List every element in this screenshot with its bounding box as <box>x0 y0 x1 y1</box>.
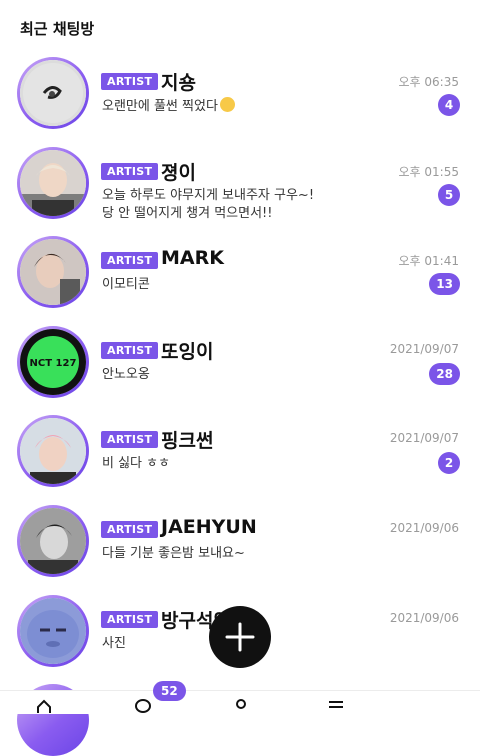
chat-time: 오후 01:55 <box>398 164 459 179</box>
chat-time: 2021/09/07 <box>389 431 459 446</box>
artist-badge: ARTIST <box>101 162 159 180</box>
avatar-ring <box>17 57 89 129</box>
avatar <box>20 507 86 574</box>
avatar <box>20 597 86 664</box>
artist-badge: ARTIST <box>101 520 159 538</box>
bottom-nav: 52 <box>0 681 480 714</box>
chat-preview: 오랜만에 풀썬 찍었다 <box>102 97 402 116</box>
avatar-ring: NCT 127 <box>17 325 89 398</box>
avatar <box>20 60 86 126</box>
avatar-ring <box>17 415 89 488</box>
chat-preview: 이모티콘 <box>102 276 402 294</box>
preview-line: 오늘 하루도 야무지게 보내주자 구우~! <box>102 187 315 203</box>
preview-line: 다들 기분 좋은밤 보내요~ <box>102 545 245 561</box>
artist-badge: ARTIST <box>101 73 159 90</box>
preview-line: 오랜만에 풀썬 찍었다 <box>102 99 218 114</box>
chat-time: 2021/09/07 <box>389 341 459 356</box>
avatar <box>20 149 86 216</box>
chat-name: 졍이 <box>161 161 196 184</box>
preview-line: 당 안 떨어지게 챙겨 먹으면서!! <box>102 205 273 221</box>
chat-name: 핑크썬 <box>161 430 214 453</box>
menu-icon[interactable] <box>328 699 344 713</box>
chat-time: 오후 01:41 <box>398 254 459 269</box>
chat-preview: 다들 기분 좋은밤 보내요~ <box>102 545 402 563</box>
chat-preview: 안노오옹 <box>102 366 402 384</box>
artist-badge: ARTIST <box>101 252 159 270</box>
chat-preview: 비 싫다 ㅎㅎ <box>102 455 402 473</box>
avatar-ring <box>17 146 89 219</box>
chat-name: MARK <box>161 247 224 270</box>
add-chat-button[interactable] <box>209 606 271 668</box>
unread-count: 13 <box>429 273 460 296</box>
preview-line: 안노오옹 <box>102 366 150 382</box>
chat-preview: 오늘 하루도 야무지게 보내주자 구우~! 당 안 떨어지게 챙겨 먹으면서!! <box>102 187 402 223</box>
chat-item-jeongi[interactable]: ARTIST 졍이 오늘 하루도 야무지게 보내주자 구우~! 당 안 떨어지게… <box>0 144 480 234</box>
chat-name: 지숑 <box>161 72 196 94</box>
chat-item-mark[interactable]: ARTIST MARK 이모티콘 오후 01:41 13 <box>0 233 480 323</box>
chat-list: ARTIST 지숑 오랜만에 풀썬 찍었다 오후 06:35 4 ARTIST … <box>0 54 480 681</box>
chat-item-jisung[interactable]: ARTIST 지숑 오랜만에 풀썬 찍었다 오후 06:35 4 <box>0 54 480 144</box>
profile-icon[interactable] <box>233 699 249 713</box>
preview-line: 이모티콘 <box>102 277 150 293</box>
avatar <box>20 239 86 306</box>
artist-badge: ARTIST <box>101 610 159 628</box>
chat-time: 오후 06:35 <box>398 75 459 89</box>
plus-icon <box>225 622 255 652</box>
chat-item-jaehyun[interactable]: ARTIST JAEHYUN 다들 기분 좋은밤 보내요~ 2021/09/06 <box>0 502 480 592</box>
unread-count: 5 <box>438 183 460 206</box>
avatar-ring <box>17 594 89 667</box>
home-icon[interactable] <box>36 699 52 713</box>
artist-badge: ARTIST <box>101 341 159 359</box>
avatar-ring <box>17 504 89 577</box>
chat-item-ttoingi[interactable]: NCT 127 ARTIST 또잉이 안노오옹 2021/09/07 28 <box>0 323 480 413</box>
chat-time: 2021/09/06 <box>389 520 459 535</box>
smiling-emoji-icon <box>219 97 235 112</box>
artist-badge: ARTIST <box>101 431 159 449</box>
preview-line: 비 싫다 ㅎㅎ <box>102 456 171 472</box>
chat-icon[interactable] <box>135 699 151 713</box>
avatar-ring <box>17 236 89 309</box>
chat-name: 또잉이 <box>161 340 214 363</box>
chat-name: JAEHYUN <box>161 515 257 538</box>
unread-count: 28 <box>429 362 460 385</box>
preview-line: 사진 <box>102 635 126 651</box>
chat-time: 2021/09/06 <box>389 610 459 625</box>
nct-logo-text: NCT 127 <box>30 358 77 369</box>
unread-count: 2 <box>438 452 460 475</box>
avatar <box>20 418 86 485</box>
page-title: 최근 채팅방 <box>20 20 95 38</box>
unread-count: 4 <box>438 94 460 116</box>
chat-item-pinksun[interactable]: ARTIST 핑크썬 비 싫다 ㅎㅎ 2021/09/07 2 <box>0 412 480 502</box>
avatar: NCT 127 <box>20 328 86 395</box>
chat-unread-badge: 52 <box>153 681 186 701</box>
